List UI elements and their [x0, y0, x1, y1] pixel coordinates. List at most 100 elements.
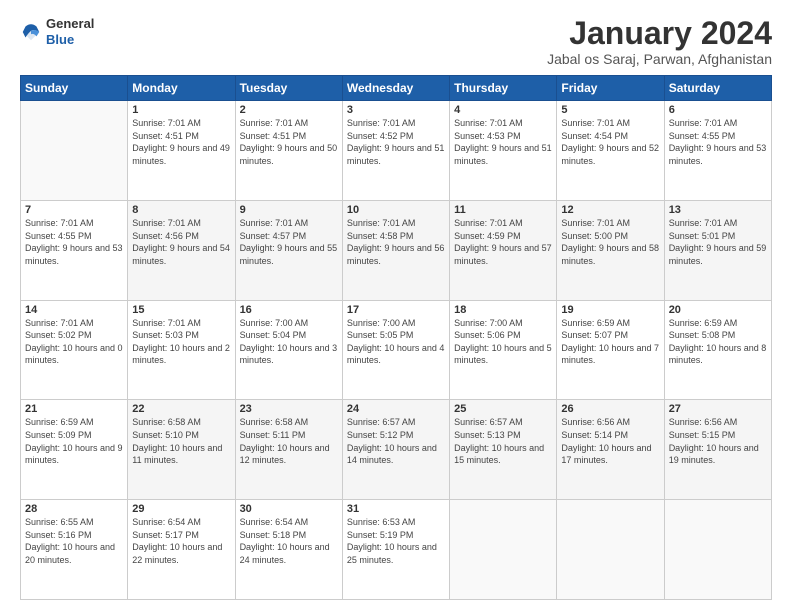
calendar-week-row: 14 Sunrise: 7:01 AMSunset: 5:02 PMDaylig…	[21, 300, 772, 400]
day-info: Sunrise: 6:59 AMSunset: 5:07 PMDaylight:…	[561, 317, 659, 367]
calendar-subtitle: Jabal os Saraj, Parwan, Afghanistan	[547, 51, 772, 67]
day-info: Sunrise: 7:01 AMSunset: 4:54 PMDaylight:…	[561, 117, 659, 167]
col-saturday: Saturday	[664, 76, 771, 101]
day-number: 10	[347, 204, 445, 216]
day-number: 23	[240, 403, 338, 415]
day-info: Sunrise: 7:00 AMSunset: 5:05 PMDaylight:…	[347, 317, 445, 367]
day-number: 15	[132, 304, 230, 316]
table-row: 4 Sunrise: 7:01 AMSunset: 4:53 PMDayligh…	[450, 101, 557, 201]
table-row: 1 Sunrise: 7:01 AMSunset: 4:51 PMDayligh…	[128, 101, 235, 201]
col-monday: Monday	[128, 76, 235, 101]
table-row: 7 Sunrise: 7:01 AMSunset: 4:55 PMDayligh…	[21, 200, 128, 300]
table-row: 9 Sunrise: 7:01 AMSunset: 4:57 PMDayligh…	[235, 200, 342, 300]
col-friday: Friday	[557, 76, 664, 101]
col-thursday: Thursday	[450, 76, 557, 101]
day-info: Sunrise: 6:54 AMSunset: 5:18 PMDaylight:…	[240, 516, 338, 566]
calendar-table: Sunday Monday Tuesday Wednesday Thursday…	[20, 75, 772, 600]
table-row: 3 Sunrise: 7:01 AMSunset: 4:52 PMDayligh…	[342, 101, 449, 201]
day-info: Sunrise: 7:01 AMSunset: 4:55 PMDaylight:…	[25, 217, 123, 267]
calendar-week-row: 1 Sunrise: 7:01 AMSunset: 4:51 PMDayligh…	[21, 101, 772, 201]
table-row: 13 Sunrise: 7:01 AMSunset: 5:01 PMDaylig…	[664, 200, 771, 300]
table-row: 27 Sunrise: 6:56 AMSunset: 5:15 PMDaylig…	[664, 400, 771, 500]
day-info: Sunrise: 6:57 AMSunset: 5:12 PMDaylight:…	[347, 416, 445, 466]
day-number: 31	[347, 503, 445, 515]
day-info: Sunrise: 6:58 AMSunset: 5:11 PMDaylight:…	[240, 416, 338, 466]
day-number: 30	[240, 503, 338, 515]
table-row: 18 Sunrise: 7:00 AMSunset: 5:06 PMDaylig…	[450, 300, 557, 400]
table-row: 17 Sunrise: 7:00 AMSunset: 5:05 PMDaylig…	[342, 300, 449, 400]
day-number: 1	[132, 104, 230, 116]
day-info: Sunrise: 7:01 AMSunset: 5:03 PMDaylight:…	[132, 317, 230, 367]
table-row: 23 Sunrise: 6:58 AMSunset: 5:11 PMDaylig…	[235, 400, 342, 500]
table-row: 2 Sunrise: 7:01 AMSunset: 4:51 PMDayligh…	[235, 101, 342, 201]
day-info: Sunrise: 6:54 AMSunset: 5:17 PMDaylight:…	[132, 516, 230, 566]
table-row: 20 Sunrise: 6:59 AMSunset: 5:08 PMDaylig…	[664, 300, 771, 400]
day-number: 27	[669, 403, 767, 415]
day-number: 28	[25, 503, 123, 515]
table-row: 16 Sunrise: 7:00 AMSunset: 5:04 PMDaylig…	[235, 300, 342, 400]
day-number: 4	[454, 104, 552, 116]
table-row	[21, 101, 128, 201]
day-info: Sunrise: 7:01 AMSunset: 4:51 PMDaylight:…	[132, 117, 230, 167]
day-number: 21	[25, 403, 123, 415]
day-info: Sunrise: 7:01 AMSunset: 4:57 PMDaylight:…	[240, 217, 338, 267]
col-sunday: Sunday	[21, 76, 128, 101]
table-row: 25 Sunrise: 6:57 AMSunset: 5:13 PMDaylig…	[450, 400, 557, 500]
table-row: 24 Sunrise: 6:57 AMSunset: 5:12 PMDaylig…	[342, 400, 449, 500]
day-number: 8	[132, 204, 230, 216]
day-info: Sunrise: 7:01 AMSunset: 4:56 PMDaylight:…	[132, 217, 230, 267]
table-row: 15 Sunrise: 7:01 AMSunset: 5:03 PMDaylig…	[128, 300, 235, 400]
day-info: Sunrise: 6:57 AMSunset: 5:13 PMDaylight:…	[454, 416, 552, 466]
day-info: Sunrise: 6:56 AMSunset: 5:15 PMDaylight:…	[669, 416, 767, 466]
table-row: 28 Sunrise: 6:55 AMSunset: 5:16 PMDaylig…	[21, 500, 128, 600]
table-row: 26 Sunrise: 6:56 AMSunset: 5:14 PMDaylig…	[557, 400, 664, 500]
day-info: Sunrise: 7:01 AMSunset: 4:53 PMDaylight:…	[454, 117, 552, 167]
table-row: 19 Sunrise: 6:59 AMSunset: 5:07 PMDaylig…	[557, 300, 664, 400]
logo: General Blue	[20, 16, 94, 47]
logo-text: General Blue	[46, 16, 94, 47]
day-number: 7	[25, 204, 123, 216]
calendar-week-row: 28 Sunrise: 6:55 AMSunset: 5:16 PMDaylig…	[21, 500, 772, 600]
day-number: 12	[561, 204, 659, 216]
day-number: 5	[561, 104, 659, 116]
day-number: 25	[454, 403, 552, 415]
table-row: 5 Sunrise: 7:01 AMSunset: 4:54 PMDayligh…	[557, 101, 664, 201]
table-row: 21 Sunrise: 6:59 AMSunset: 5:09 PMDaylig…	[21, 400, 128, 500]
day-info: Sunrise: 7:00 AMSunset: 5:06 PMDaylight:…	[454, 317, 552, 367]
table-row: 14 Sunrise: 7:01 AMSunset: 5:02 PMDaylig…	[21, 300, 128, 400]
day-number: 11	[454, 204, 552, 216]
day-info: Sunrise: 7:01 AMSunset: 4:58 PMDaylight:…	[347, 217, 445, 267]
calendar-week-row: 21 Sunrise: 6:59 AMSunset: 5:09 PMDaylig…	[21, 400, 772, 500]
title-block: January 2024 Jabal os Saraj, Parwan, Afg…	[547, 16, 772, 67]
day-info: Sunrise: 7:01 AMSunset: 4:51 PMDaylight:…	[240, 117, 338, 167]
day-info: Sunrise: 6:59 AMSunset: 5:09 PMDaylight:…	[25, 416, 123, 466]
day-info: Sunrise: 7:01 AMSunset: 5:01 PMDaylight:…	[669, 217, 767, 267]
day-info: Sunrise: 7:00 AMSunset: 5:04 PMDaylight:…	[240, 317, 338, 367]
table-row	[664, 500, 771, 600]
col-tuesday: Tuesday	[235, 76, 342, 101]
table-row: 11 Sunrise: 7:01 AMSunset: 4:59 PMDaylig…	[450, 200, 557, 300]
table-row: 10 Sunrise: 7:01 AMSunset: 4:58 PMDaylig…	[342, 200, 449, 300]
table-row: 31 Sunrise: 6:53 AMSunset: 5:19 PMDaylig…	[342, 500, 449, 600]
day-number: 14	[25, 304, 123, 316]
day-number: 13	[669, 204, 767, 216]
table-row	[450, 500, 557, 600]
day-info: Sunrise: 7:01 AMSunset: 4:55 PMDaylight:…	[669, 117, 767, 167]
logo-general: General	[46, 16, 94, 31]
day-number: 29	[132, 503, 230, 515]
day-number: 17	[347, 304, 445, 316]
day-number: 16	[240, 304, 338, 316]
day-number: 20	[669, 304, 767, 316]
day-info: Sunrise: 6:56 AMSunset: 5:14 PMDaylight:…	[561, 416, 659, 466]
day-number: 6	[669, 104, 767, 116]
calendar-title: January 2024	[547, 16, 772, 51]
logo-icon	[20, 21, 42, 43]
day-info: Sunrise: 6:58 AMSunset: 5:10 PMDaylight:…	[132, 416, 230, 466]
table-row: 6 Sunrise: 7:01 AMSunset: 4:55 PMDayligh…	[664, 101, 771, 201]
day-number: 22	[132, 403, 230, 415]
day-info: Sunrise: 7:01 AMSunset: 5:00 PMDaylight:…	[561, 217, 659, 267]
day-info: Sunrise: 7:01 AMSunset: 5:02 PMDaylight:…	[25, 317, 123, 367]
table-row: 29 Sunrise: 6:54 AMSunset: 5:17 PMDaylig…	[128, 500, 235, 600]
col-wednesday: Wednesday	[342, 76, 449, 101]
calendar-week-row: 7 Sunrise: 7:01 AMSunset: 4:55 PMDayligh…	[21, 200, 772, 300]
